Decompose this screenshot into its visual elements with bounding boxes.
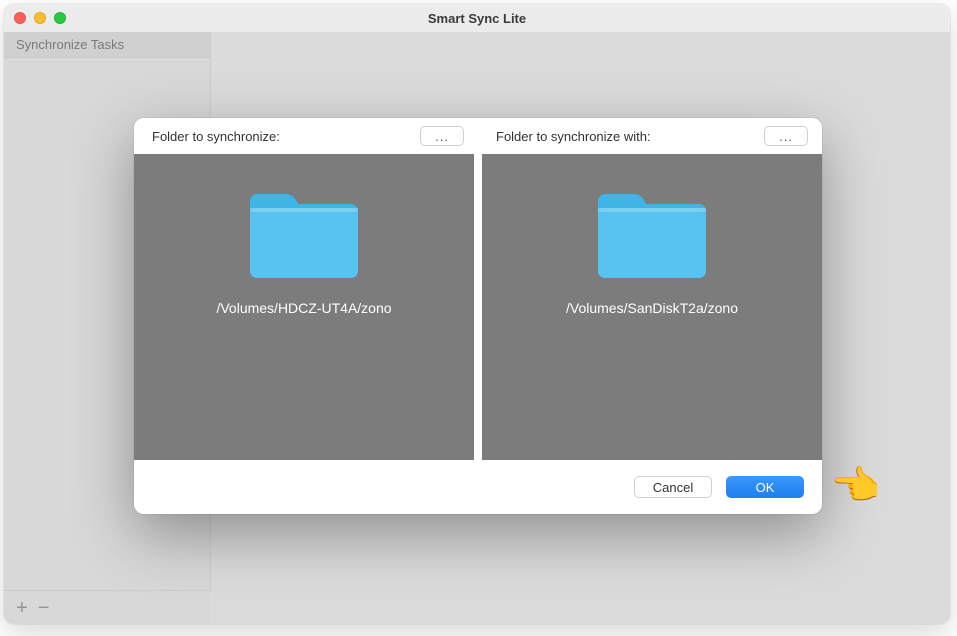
folder-icon [594,188,710,282]
dialog-header-left: Folder to synchronize: ... [134,118,478,154]
target-folder-panel[interactable]: /Volumes/SanDiskT2a/zono [482,154,822,460]
sidebar-toolbar: + − [4,590,211,624]
source-folder-path: /Volumes/HDCZ-UT4A/zono [216,300,391,316]
target-folder-path: /Volumes/SanDiskT2a/zono [566,300,738,316]
traffic-lights [14,12,66,24]
source-folder-panel[interactable]: /Volumes/HDCZ-UT4A/zono [134,154,474,460]
cancel-button[interactable]: Cancel [634,476,712,498]
sidebar-item-sync-tasks[interactable]: Synchronize Tasks [4,32,210,58]
titlebar: Smart Sync Lite [4,4,950,32]
dialog-footer: Cancel OK [134,460,822,514]
sync-dialog: Folder to synchronize: ... Folder to syn… [134,118,822,514]
dialog-header-right: Folder to synchronize with: ... [478,118,822,154]
sidebar-item-label: Synchronize Tasks [16,37,124,52]
source-folder-label: Folder to synchronize: [152,129,280,144]
target-folder-browse-button[interactable]: ... [764,126,808,146]
source-folder-browse-button[interactable]: ... [420,126,464,146]
target-folder-label: Folder to synchronize with: [496,129,651,144]
window-title: Smart Sync Lite [428,11,526,26]
ok-button[interactable]: OK [726,476,804,498]
minimize-window-button[interactable] [34,12,46,24]
maximize-window-button[interactable] [54,12,66,24]
pointer-hand-icon: 👉 [832,466,882,506]
add-task-button[interactable]: + [16,598,28,618]
close-window-button[interactable] [14,12,26,24]
folder-icon [246,188,362,282]
remove-task-button[interactable]: − [38,598,50,618]
dialog-body: /Volumes/HDCZ-UT4A/zono /Volumes/SanDisk… [134,154,822,460]
dialog-header: Folder to synchronize: ... Folder to syn… [134,118,822,154]
